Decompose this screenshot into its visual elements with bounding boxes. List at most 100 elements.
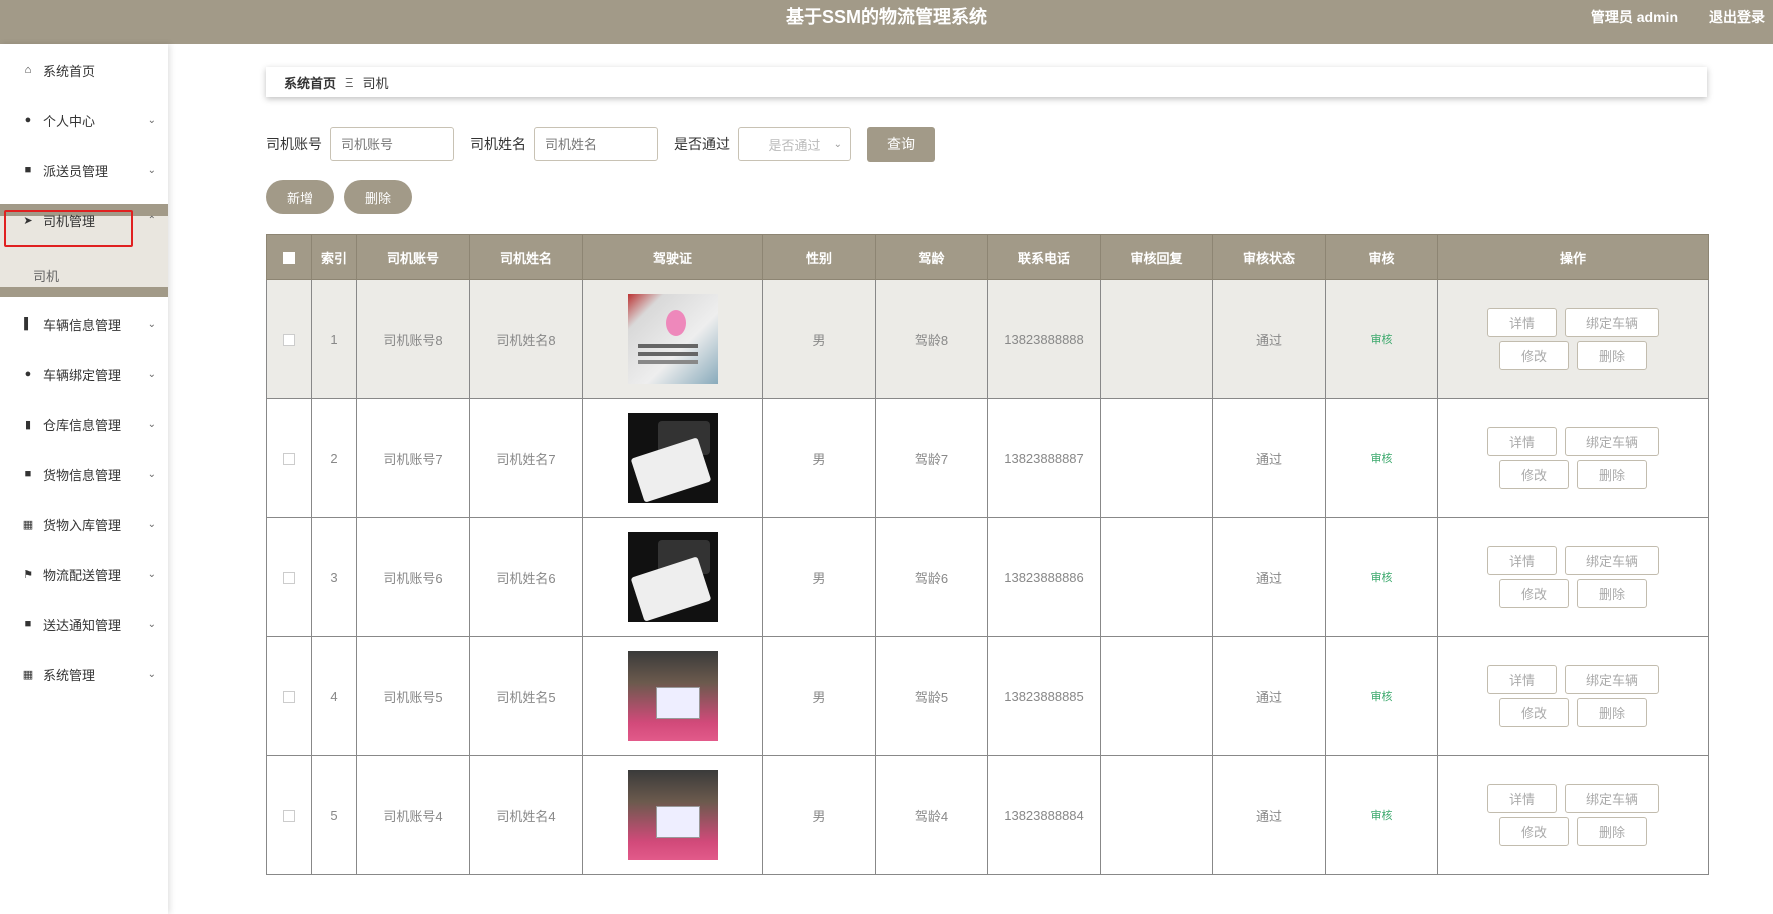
license-photo[interactable] xyxy=(627,770,718,860)
sidebar-item-6[interactable]: ▮ 仓库信息管理 ⌄ xyxy=(0,404,168,444)
logout-link[interactable]: 退出登录 xyxy=(1709,0,1765,34)
row-checkbox[interactable] xyxy=(283,691,295,704)
breadcrumb-current: 司机 xyxy=(362,75,389,91)
detail-button[interactable]: 详情 xyxy=(1487,546,1557,575)
admin-user-label: 管理员 admin xyxy=(1590,9,1678,25)
user-icon: ● xyxy=(24,114,32,126)
license-photo[interactable] xyxy=(627,294,718,384)
row-checkbox[interactable] xyxy=(283,572,295,585)
sidebar-item-label: 送达通知管理 xyxy=(43,617,122,633)
sidebar-item-4[interactable]: ▌ 车辆信息管理 ⌄ xyxy=(0,304,168,344)
table-row: 5 司机账号4 司机姓名4 男驾龄4 13823888884 通过 审核 详情 绑定车辆 修改 删除 xyxy=(266,755,1709,875)
name-cell: 司机姓名4 xyxy=(469,755,583,875)
audit-link[interactable]: 审核 xyxy=(1371,691,1393,703)
license-photo[interactable] xyxy=(627,532,718,622)
row-checkbox[interactable] xyxy=(283,810,295,823)
edit-button[interactable]: 修改 xyxy=(1499,698,1569,727)
home-icon: ⌂ xyxy=(24,64,32,76)
pass-select[interactable]: 是否通过 ⌄ xyxy=(738,127,851,161)
gender-cell: 男 xyxy=(762,755,876,875)
flag-icon: ⚑ xyxy=(23,568,33,581)
chevron-icon: ⌄ xyxy=(147,668,156,680)
sidebar-item-5[interactable]: ● 车辆绑定管理 ⌄ xyxy=(0,354,168,394)
sidebar-item-9[interactable]: ⚑ 物流配送管理 ⌄ xyxy=(0,554,168,594)
sidebar-item-10[interactable]: ■ 送达通知管理 ⌄ xyxy=(0,604,168,644)
license-cell xyxy=(582,398,763,518)
table-header-row: 索引 司机账号 司机姓名 驾驶证 性别 驾龄 联系电话 审核回复 审核状态 审核… xyxy=(266,234,1709,280)
edit-button[interactable]: 修改 xyxy=(1499,817,1569,846)
audit-link[interactable]: 审核 xyxy=(1371,453,1393,465)
row-checkbox[interactable] xyxy=(283,334,295,347)
account-cell: 司机账号4 xyxy=(356,755,470,875)
remove-button[interactable]: 删除 xyxy=(1577,341,1647,370)
header-cell: 操作 xyxy=(1437,234,1709,280)
license-cell xyxy=(582,636,763,756)
bind-vehicle-button[interactable]: 绑定车辆 xyxy=(1565,308,1659,337)
edit-button[interactable]: 修改 xyxy=(1499,460,1569,489)
gender-cell: 男 xyxy=(762,398,876,518)
select-all-checkbox[interactable] xyxy=(283,252,295,265)
detail-button[interactable]: 详情 xyxy=(1487,665,1557,694)
name-input[interactable] xyxy=(534,127,658,161)
bulb-icon: ● xyxy=(24,368,32,380)
sidebar-item-label: 系统首页 xyxy=(43,63,96,79)
sidebar-item-11[interactable]: ▦ 系统管理 ⌄ xyxy=(0,654,168,694)
bind-vehicle-button[interactable]: 绑定车辆 xyxy=(1565,427,1659,456)
license-photo[interactable] xyxy=(627,413,718,503)
index-cell: 1 xyxy=(311,279,357,399)
sidebar-item-2[interactable]: ■ 派送员管理 ⌄ xyxy=(0,150,168,190)
audit-link[interactable]: 审核 xyxy=(1371,810,1393,822)
ops-row: 修改 删除 xyxy=(1499,460,1647,489)
query-button[interactable]: 查询 xyxy=(867,126,935,162)
status-cell: 通过 xyxy=(1212,279,1326,399)
remove-button[interactable]: 删除 xyxy=(1577,579,1647,608)
audit-link[interactable]: 审核 xyxy=(1371,334,1393,346)
detail-button[interactable]: 详情 xyxy=(1487,427,1557,456)
ops-row: 修改 删除 xyxy=(1499,579,1647,608)
index-cell: 2 xyxy=(311,398,357,518)
sidebar-item-1[interactable]: ● 个人中心 ⌄ xyxy=(0,100,168,140)
reply-cell xyxy=(1100,279,1213,399)
detail-button[interactable]: 详情 xyxy=(1487,784,1557,813)
audit-link[interactable]: 审核 xyxy=(1371,572,1393,584)
ops-group: 详情 绑定车辆修改 删除 xyxy=(1438,546,1708,608)
bind-vehicle-button[interactable]: 绑定车辆 xyxy=(1565,784,1659,813)
breadcrumb-home[interactable]: 系统首页 xyxy=(284,73,336,92)
highlight-box xyxy=(4,210,133,247)
chevron-icon: ⌄ xyxy=(147,368,156,380)
years-cell: 驾龄4 xyxy=(875,755,988,875)
license-cell xyxy=(582,517,763,637)
sidebar-item-0[interactable]: ⌂ 系统首页 xyxy=(0,50,168,90)
delete-button[interactable]: 删除 xyxy=(344,180,412,214)
chevron-icon: ⌄ xyxy=(147,318,156,330)
phone-cell: 13823888886 xyxy=(987,517,1101,637)
grid-icon: ▦ xyxy=(22,668,34,681)
audit-cell: 审核 xyxy=(1325,755,1438,875)
ops-group: 详情 绑定车辆修改 删除 xyxy=(1438,308,1708,370)
account-input[interactable] xyxy=(330,127,454,161)
detail-button[interactable]: 详情 xyxy=(1487,308,1557,337)
sidebar-item-7[interactable]: ■ 货物信息管理 ⌄ xyxy=(0,454,168,494)
remove-button[interactable]: 删除 xyxy=(1577,460,1647,489)
bind-vehicle-button[interactable]: 绑定车辆 xyxy=(1565,665,1659,694)
sidebar-item-label: 货物信息管理 xyxy=(43,467,122,483)
chevron-icon: ⌄ xyxy=(147,618,156,630)
account-cell: 司机账号7 xyxy=(356,398,470,518)
phone-cell: 13823888884 xyxy=(987,755,1101,875)
license-photo[interactable] xyxy=(627,651,718,741)
bind-vehicle-button[interactable]: 绑定车辆 xyxy=(1565,546,1659,575)
chevron-icon: ⌄ xyxy=(147,568,156,580)
sidebar-item-8[interactable]: ▦ 货物入库管理 ⌄ xyxy=(0,504,168,544)
edit-button[interactable]: 修改 xyxy=(1499,579,1569,608)
ops-group: 详情 绑定车辆修改 删除 xyxy=(1438,665,1708,727)
add-button[interactable]: 新增 xyxy=(266,180,334,214)
ops-row: 详情 绑定车辆 xyxy=(1487,427,1659,456)
action-bar: 新增 删除 xyxy=(266,180,412,214)
remove-button[interactable]: 删除 xyxy=(1577,817,1647,846)
ops-row: 修改 删除 xyxy=(1499,817,1647,846)
remove-button[interactable]: 删除 xyxy=(1577,698,1647,727)
status-cell: 通过 xyxy=(1212,398,1326,518)
row-checkbox[interactable] xyxy=(283,453,295,466)
submenu-item-driver[interactable]: 司机 xyxy=(33,266,59,285)
edit-button[interactable]: 修改 xyxy=(1499,341,1569,370)
